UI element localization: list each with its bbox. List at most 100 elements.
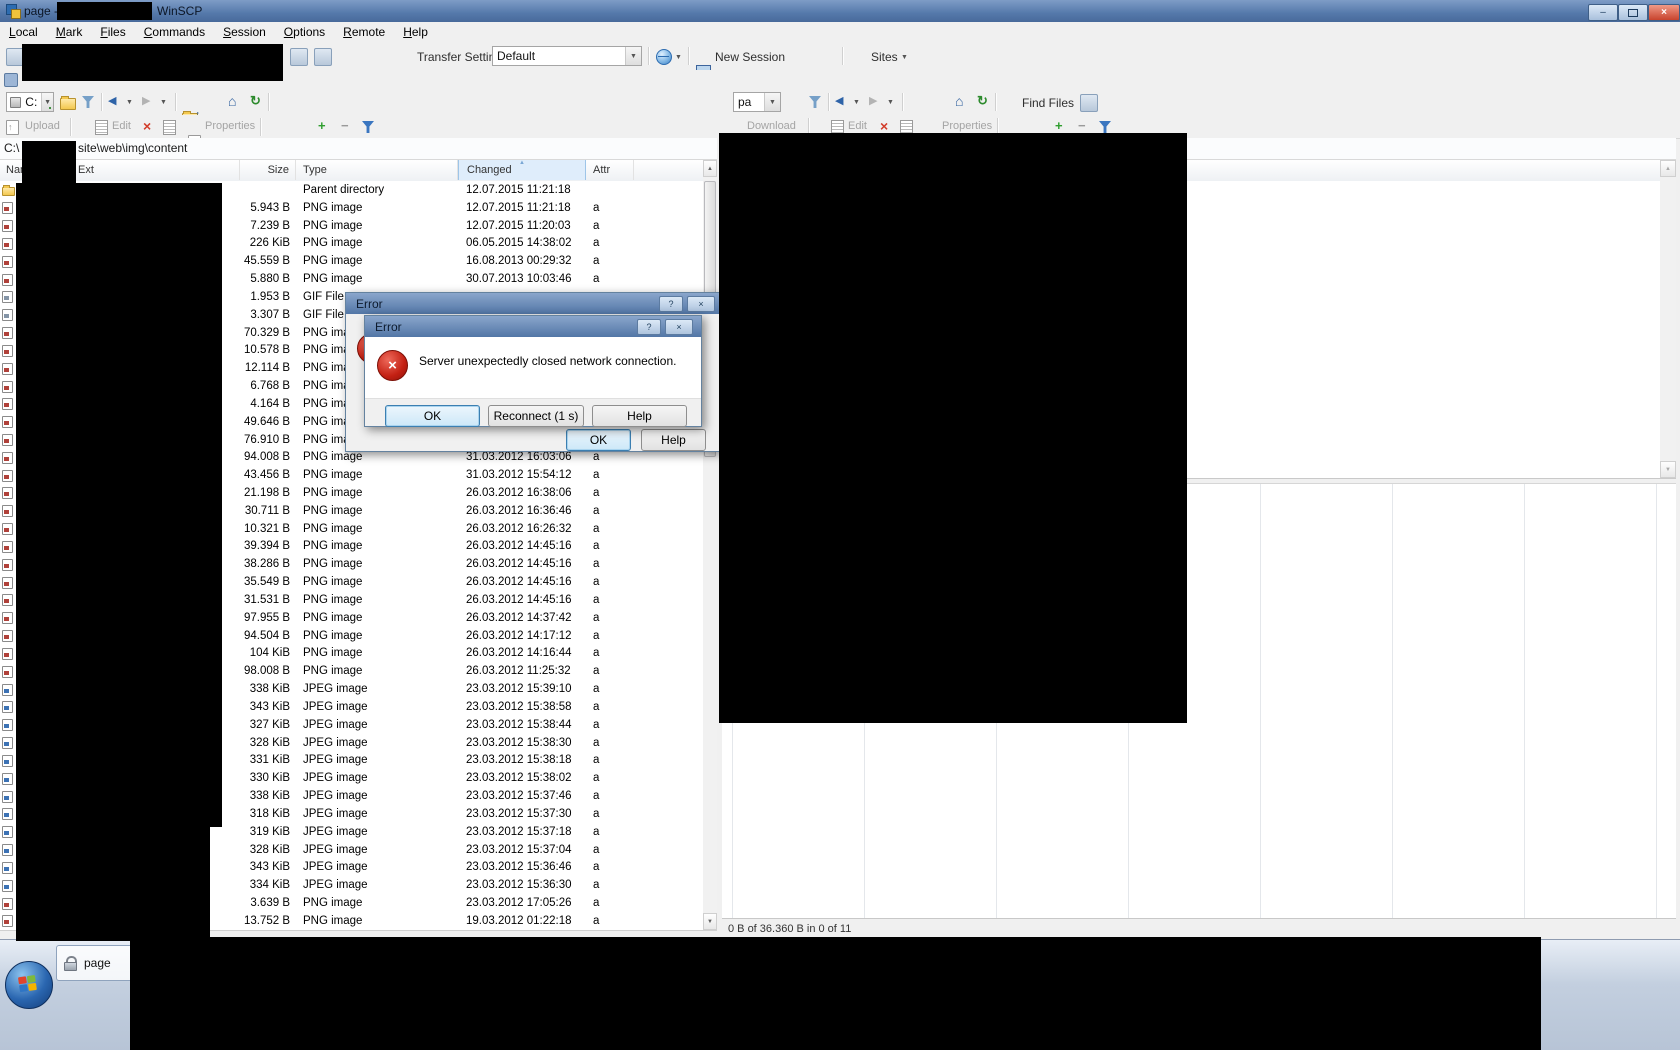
local-unselect-icon[interactable]: − <box>341 119 349 132</box>
local-back-dropdown-icon[interactable]: ▼ <box>124 92 135 112</box>
close-icon[interactable]: × <box>687 296 715 312</box>
png-file-icon <box>2 486 14 499</box>
file-size: 3.639 B <box>240 897 296 909</box>
local-refresh-icon[interactable]: ↻ <box>250 94 261 107</box>
png-file-icon <box>2 647 14 660</box>
local-properties-button[interactable]: Properties <box>205 120 255 132</box>
sites-button[interactable]: Sites <box>871 50 898 64</box>
png-file-icon <box>2 897 14 910</box>
remote-back-icon[interactable]: ◀ <box>835 96 843 107</box>
file-attr: a <box>586 897 599 909</box>
menu-item-local[interactable]: Local <box>0 22 47 43</box>
chevron-down-icon[interactable]: ▼ <box>625 47 641 65</box>
redaction-box <box>16 820 210 941</box>
header-type[interactable]: Type <box>296 160 458 180</box>
local-drive-combo[interactable]: C: ▼ <box>6 92 54 112</box>
remote-delete-icon[interactable]: × <box>880 119 888 133</box>
ok-button[interactable]: OK <box>566 429 631 451</box>
session-tab-icon[interactable] <box>4 73 18 87</box>
taskbar-app-button[interactable]: page <box>56 945 136 981</box>
new-session-button[interactable]: New Session <box>715 50 785 64</box>
file-type: JPEG image <box>296 808 458 820</box>
local-forward-icon[interactable]: ▶ <box>142 96 150 107</box>
transfer-mode-dropdown-icon[interactable]: ▼ <box>673 47 684 67</box>
chevron-down-icon[interactable]: ▼ <box>41 93 53 111</box>
sync-browsing-icon[interactable] <box>1080 94 1098 112</box>
help-button[interactable]: Help <box>641 429 706 451</box>
menu-item-session[interactable]: Session <box>214 22 275 43</box>
local-edit-icon[interactable] <box>95 120 108 135</box>
upload-icon[interactable]: ↑ <box>6 120 19 135</box>
download-button[interactable]: Download <box>747 120 796 132</box>
menu-item-mark[interactable]: Mark <box>47 22 92 43</box>
menu-item-help[interactable]: Help <box>394 22 437 43</box>
header-attr[interactable]: Attr <box>586 160 634 180</box>
file-type: PNG image <box>296 273 458 285</box>
remote-forward-icon[interactable]: ▶ <box>869 96 877 107</box>
local-scrollbar[interactable]: ▲ ▼ <box>703 160 717 930</box>
local-delete-icon[interactable]: × <box>143 119 151 133</box>
reconnect-button[interactable]: Reconnect (1 s) <box>488 405 584 427</box>
remote-back-dropdown-icon[interactable]: ▼ <box>851 92 862 112</box>
remote-directory-combo[interactable]: pa ▼ <box>733 92 781 112</box>
close-icon[interactable]: × <box>665 319 693 335</box>
local-back-icon[interactable]: ◀ <box>108 96 116 107</box>
help-icon[interactable]: ? <box>637 319 661 335</box>
close-button[interactable]: × <box>1648 4 1680 21</box>
remote-forward-dropdown-icon[interactable]: ▼ <box>885 92 896 112</box>
help-button[interactable]: Help <box>592 405 687 427</box>
transfer-settings-combo[interactable]: Default ▼ <box>492 46 642 66</box>
menu-item-remote[interactable]: Remote <box>334 22 394 43</box>
minimize-button[interactable]: – <box>1588 4 1618 21</box>
local-forward-dropdown-icon[interactable]: ▼ <box>158 92 169 112</box>
file-size: 10.321 B <box>240 523 296 535</box>
scroll-down-icon[interactable]: ▼ <box>703 913 717 930</box>
transfer-mode-icon[interactable] <box>656 49 672 65</box>
remote-filter-icon[interactable] <box>809 96 821 108</box>
scroll-up-icon[interactable]: ▲ <box>1660 160 1676 177</box>
file-type: PNG image <box>296 558 458 570</box>
remote-home-directory-icon[interactable]: ⌂ <box>955 94 963 108</box>
start-button[interactable] <box>5 961 53 1009</box>
title-bar: page - WinSCP – × <box>0 0 1680 23</box>
sites-dropdown-icon[interactable]: ▼ <box>899 47 910 67</box>
menu-item-files[interactable]: Files <box>91 22 134 43</box>
columns-icon[interactable] <box>290 48 308 66</box>
file-type: PNG image <box>296 523 458 535</box>
local-edit-button[interactable]: Edit <box>112 120 131 132</box>
window-title-left: page - <box>24 4 58 18</box>
upload-button[interactable]: Upload <box>25 120 60 132</box>
scroll-up-icon[interactable]: ▲ <box>703 160 717 177</box>
local-filter-icon[interactable] <box>82 96 94 108</box>
menu-item-options[interactable]: Options <box>275 22 334 43</box>
scroll-down-icon[interactable]: ▼ <box>1660 461 1676 478</box>
file-type: JPEG image <box>296 844 458 856</box>
help-icon[interactable]: ? <box>659 296 683 312</box>
header-changed[interactable]: ▲ Changed <box>458 160 586 180</box>
remote-selection-filter-icon[interactable] <box>1099 121 1111 133</box>
remote-properties-button[interactable]: Properties <box>942 120 992 132</box>
local-open-directory-icon[interactable] <box>60 98 76 110</box>
gif-file-icon <box>2 308 14 321</box>
header-size[interactable]: Size <box>240 160 296 180</box>
local-home-directory-icon[interactable]: ⌂ <box>228 94 236 108</box>
file-type: JPEG image <box>296 879 458 891</box>
remote-unselect-icon[interactable]: − <box>1078 119 1086 132</box>
remote-scrollbar[interactable]: ▲ ▼ <box>1660 160 1676 478</box>
chevron-down-icon[interactable]: ▼ <box>764 93 780 111</box>
local-rename-icon[interactable] <box>163 120 176 135</box>
remote-select-icon[interactable]: + <box>1055 119 1063 132</box>
lock-icon <box>63 956 78 971</box>
maximize-button[interactable] <box>1618 4 1648 21</box>
ok-button[interactable]: OK <box>385 405 480 427</box>
local-path-prefix: C:\ <box>4 141 19 155</box>
local-select-icon[interactable]: + <box>318 119 326 132</box>
find-files-button[interactable]: Find Files <box>1022 96 1074 110</box>
menu-item-commands[interactable]: Commands <box>135 22 214 43</box>
local-path-bar[interactable]: C:\ site\web\img\content <box>0 138 717 160</box>
queue-icon[interactable] <box>314 48 332 66</box>
remote-edit-button[interactable]: Edit <box>848 120 867 132</box>
remote-refresh-icon[interactable]: ↻ <box>977 94 988 107</box>
header-ext[interactable]: Ext <box>74 160 240 180</box>
local-selection-filter-icon[interactable] <box>362 121 374 133</box>
